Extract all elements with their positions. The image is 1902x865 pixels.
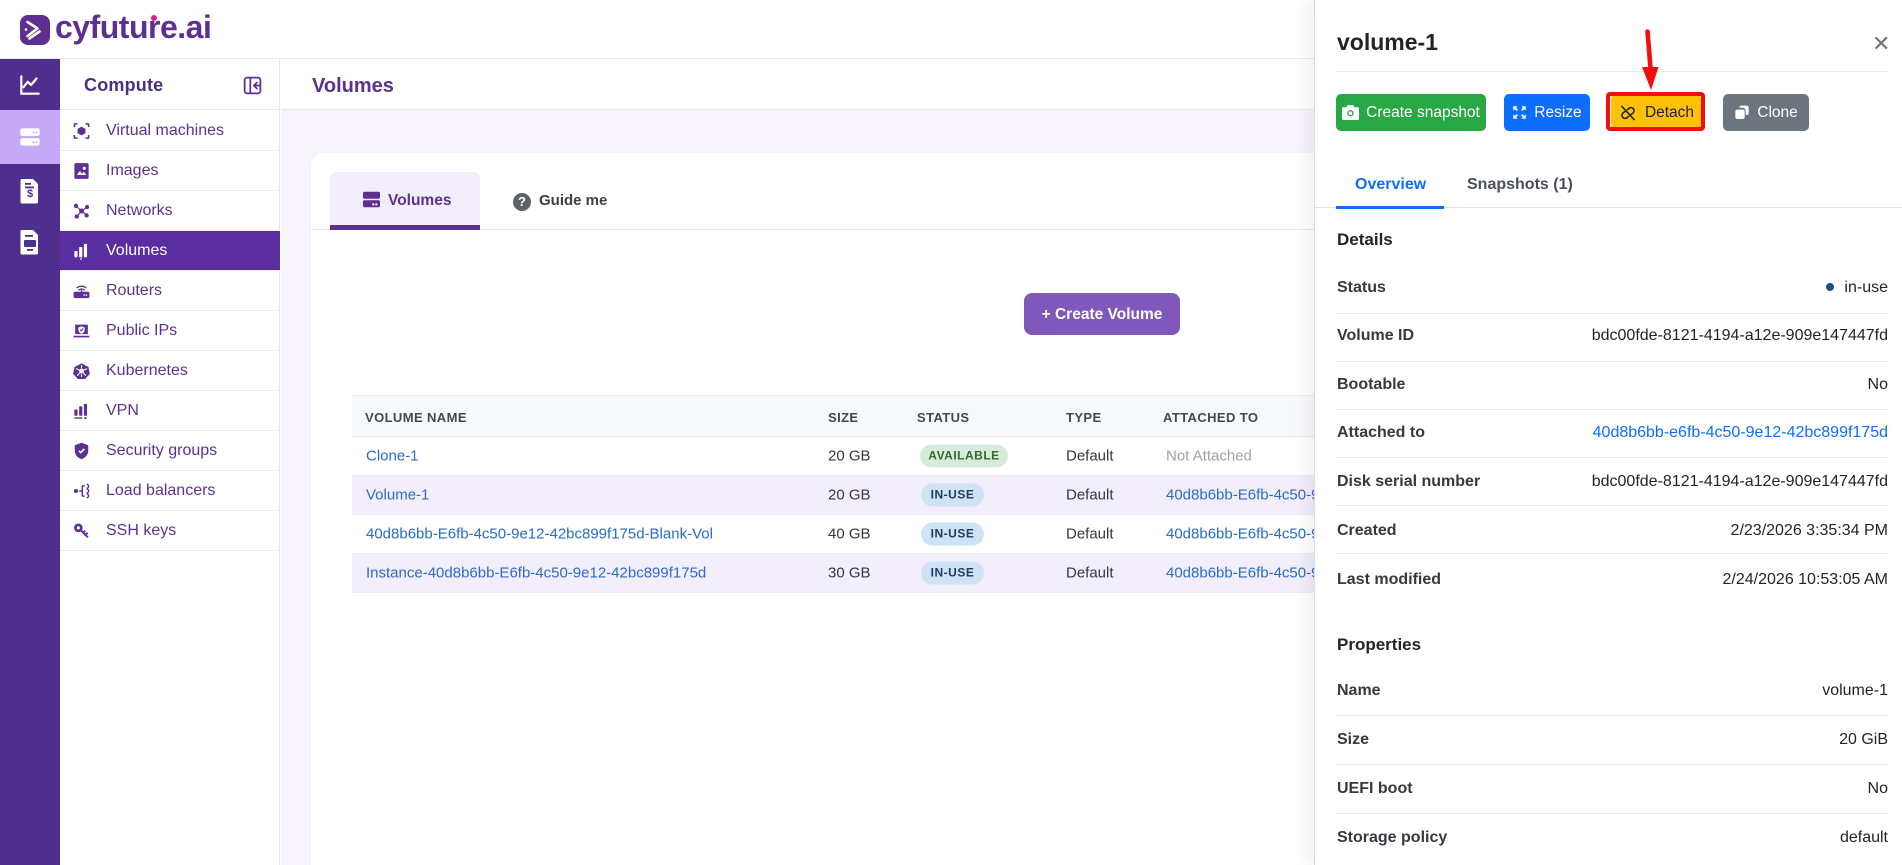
svg-text:$: $ <box>27 188 33 200</box>
